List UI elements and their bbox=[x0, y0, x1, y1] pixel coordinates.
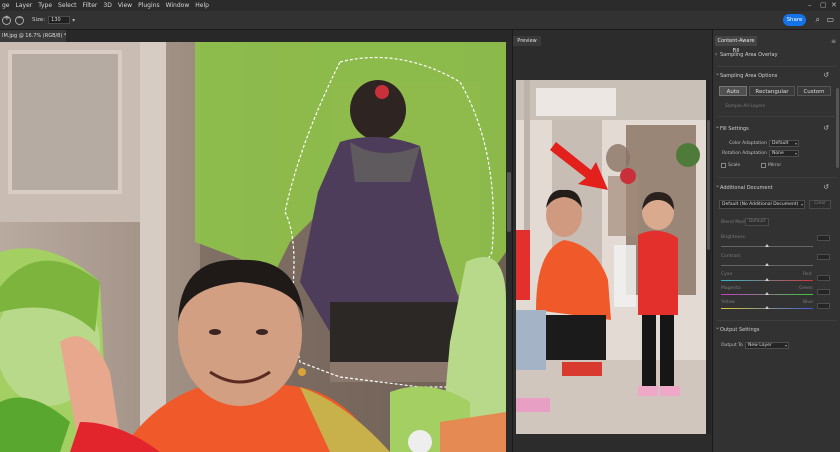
new-selection-icon[interactable] bbox=[2, 14, 11, 25]
share-button[interactable]: Share bbox=[783, 14, 806, 26]
brightness-label: Brightness bbox=[721, 235, 745, 240]
size-label: Size: bbox=[32, 17, 46, 23]
document-tab[interactable]: IM.jpg @ 16.7% (RGB/8) * bbox=[0, 30, 66, 42]
reset-icon[interactable]: ↺ bbox=[823, 124, 829, 132]
scale-checkbox[interactable] bbox=[721, 163, 726, 168]
rotation-adaptation-label: Rotation Adaptation bbox=[722, 151, 767, 156]
yellow-label: Yellow bbox=[721, 300, 735, 305]
reset-icon[interactable]: ↺ bbox=[823, 71, 829, 79]
menu-3d[interactable]: 3D bbox=[103, 2, 111, 9]
section-label: Sampling Area Options bbox=[720, 73, 778, 79]
section-output-settings[interactable]: Output Settings bbox=[713, 324, 840, 336]
yellow-blue-slider-thumb[interactable] bbox=[765, 306, 769, 309]
search-icon[interactable]: ⌕ bbox=[816, 15, 820, 25]
magenta-green-slider-thumb[interactable] bbox=[765, 292, 769, 295]
sample-all-layers-label[interactable]: Sample All Layers bbox=[725, 104, 765, 109]
clear-button[interactable]: Clear bbox=[809, 200, 831, 209]
cyan-red-slider-thumb[interactable] bbox=[765, 278, 769, 281]
mirror-label: Mirror bbox=[768, 163, 782, 168]
brightness-slider-thumb[interactable] bbox=[765, 244, 769, 247]
divider bbox=[717, 177, 837, 178]
mirror-checkbox[interactable] bbox=[761, 163, 766, 168]
menu-bar: ge Layer Type Select Filter 3D View Plug… bbox=[0, 0, 840, 11]
menu-window[interactable]: Window bbox=[166, 2, 190, 9]
output-to-select[interactable]: New Layer bbox=[745, 342, 789, 349]
section-label: Fill Settings bbox=[720, 126, 749, 132]
divider bbox=[717, 66, 837, 67]
color-adaptation-select[interactable]: Default bbox=[769, 140, 799, 147]
minimize-icon[interactable]: – bbox=[808, 1, 812, 9]
options-bar: Size: 130 ▾ Share ⌕ ▭ bbox=[0, 11, 840, 30]
menu-plugins[interactable]: Plugins bbox=[138, 2, 160, 9]
reset-icon[interactable]: ↺ bbox=[823, 183, 829, 191]
preview-photo bbox=[516, 80, 706, 434]
preview-image bbox=[516, 80, 706, 434]
menu-help[interactable]: Help bbox=[195, 2, 209, 9]
magenta-green-field[interactable] bbox=[817, 289, 830, 295]
document-canvas[interactable] bbox=[0, 42, 506, 452]
contrast-field[interactable] bbox=[817, 254, 830, 260]
magenta-label: Magenta bbox=[721, 286, 741, 291]
color-adaptation-label: Color Adaptation bbox=[729, 141, 767, 146]
menu-image[interactable]: ge bbox=[2, 2, 10, 9]
additional-document-select[interactable]: Default (No Additional Document) bbox=[719, 200, 805, 209]
blend-mode-select[interactable]: Default bbox=[745, 218, 769, 226]
preview-tab[interactable]: Preview bbox=[513, 36, 541, 46]
subtract-selection-icon[interactable] bbox=[15, 14, 24, 25]
preview-panel: Preview bbox=[512, 30, 712, 452]
canvas-photo bbox=[0, 42, 506, 452]
section-label: Sampling Area Overlay bbox=[720, 52, 778, 58]
cyan-red-field[interactable] bbox=[817, 275, 830, 281]
seg-rectangular-button[interactable]: Rectangular bbox=[749, 86, 795, 96]
section-additional-document[interactable]: Additional Document ↺ bbox=[713, 182, 840, 194]
section-label: Output Settings bbox=[720, 327, 760, 333]
section-fill-settings[interactable]: Fill Settings ↺ bbox=[713, 123, 840, 135]
rotation-adaptation-select[interactable]: None bbox=[769, 150, 799, 157]
menu-layer[interactable]: Layer bbox=[16, 2, 33, 9]
cyan-label: Cyan bbox=[721, 272, 733, 277]
menu-filter[interactable]: Filter bbox=[83, 2, 98, 9]
contrast-slider-thumb[interactable] bbox=[765, 263, 769, 266]
seg-auto-button[interactable]: Auto bbox=[719, 86, 747, 96]
divider bbox=[717, 320, 837, 321]
menu-view[interactable]: View bbox=[118, 2, 132, 9]
section-sampling-overlay[interactable]: Sampling Area Overlay bbox=[713, 51, 840, 61]
preview-scrollbar[interactable] bbox=[706, 80, 711, 434]
green-label: Green bbox=[799, 286, 813, 291]
sampling-mode-group: Auto Rectangular Custom bbox=[713, 86, 840, 98]
red-label: Red bbox=[803, 272, 812, 277]
content-aware-fill-tab[interactable]: Content-Aware Fill bbox=[715, 36, 757, 54]
close-icon[interactable]: ✕ bbox=[831, 1, 837, 9]
chevron-down-icon[interactable]: ▾ bbox=[72, 17, 75, 24]
section-sampling-options[interactable]: Sampling Area Options ↺ bbox=[713, 70, 840, 82]
content-aware-fill-panel: Content-Aware Fill ≡ Sampling Area Overl… bbox=[712, 30, 840, 452]
output-to-label: Output To bbox=[721, 343, 743, 348]
seg-custom-button[interactable]: Custom bbox=[797, 86, 831, 96]
blend-mode-label: Blend Mode bbox=[721, 220, 748, 225]
maximize-icon[interactable]: ▢ bbox=[820, 1, 827, 9]
size-field[interactable]: 130 bbox=[48, 16, 71, 24]
menu-icon[interactable]: ≡ bbox=[831, 38, 836, 45]
section-label: Additional Document bbox=[720, 185, 773, 191]
blue-label: Blue bbox=[803, 300, 813, 305]
menu-select[interactable]: Select bbox=[58, 2, 77, 9]
frame-icon[interactable]: ▭ bbox=[826, 15, 834, 24]
scale-label: Scale bbox=[728, 163, 741, 168]
yellow-blue-field[interactable] bbox=[817, 303, 830, 309]
divider bbox=[717, 116, 837, 117]
document-tab-bar: IM.jpg @ 16.7% (RGB/8) * bbox=[0, 30, 512, 42]
menu-type[interactable]: Type bbox=[38, 2, 52, 9]
brightness-field[interactable] bbox=[817, 235, 830, 241]
contrast-label: Contrast bbox=[721, 254, 741, 259]
